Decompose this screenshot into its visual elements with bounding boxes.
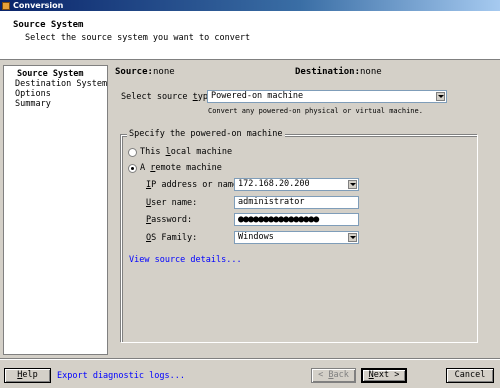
wizard-steps-sidebar: Source System Destination System Options… (3, 65, 108, 355)
back-button[interactable]: < Back (311, 368, 356, 383)
user-name-input[interactable]: administrator (234, 196, 359, 209)
destination-value: none (360, 67, 382, 77)
source-type-select[interactable]: Powered-on machine (207, 90, 447, 103)
view-source-details-link[interactable]: View source details... (129, 255, 242, 265)
ip-address-value: 172.168.20.200 (238, 179, 310, 189)
radio-local-label: This local machine (140, 147, 233, 157)
password-label: Password: (146, 215, 193, 225)
radio-local-machine[interactable] (128, 148, 137, 157)
page-subtitle: Select the source system you want to con… (25, 33, 251, 43)
footer-divider (0, 358, 500, 360)
title-bar: Conversion (0, 0, 500, 11)
user-name-label: User name: (146, 198, 198, 208)
step-summary[interactable]: Summary (15, 99, 51, 109)
app-icon (2, 1, 10, 10)
step-options[interactable]: Options (15, 89, 51, 99)
source-type-description: Convert any powered-on physical or virtu… (208, 107, 423, 115)
export-diagnostic-logs-link[interactable]: Export diagnostic logs... (57, 371, 185, 381)
ip-address-combo[interactable]: 172.168.20.200 (234, 178, 359, 191)
os-family-value: Windows (238, 232, 274, 242)
chevron-down-icon[interactable] (348, 233, 357, 242)
group-title: Specify the powered-on machine (127, 129, 285, 139)
ip-address-label: IP address or name: (146, 180, 244, 190)
source-type-label: Select source type: (121, 92, 218, 102)
next-button[interactable]: Next > (361, 368, 407, 383)
help-button[interactable]: Help (4, 368, 51, 383)
radio-remote-machine[interactable] (128, 164, 137, 173)
chevron-down-icon[interactable] (348, 180, 357, 189)
chevron-down-icon[interactable] (436, 92, 445, 101)
step-source-system[interactable]: Source System (17, 69, 84, 79)
cancel-button[interactable]: Cancel (446, 368, 494, 383)
os-family-select[interactable]: Windows (234, 231, 359, 244)
source-value: none (153, 67, 175, 77)
window-title: Conversion (13, 1, 64, 10)
source-type-value: Powered-on machine (211, 91, 304, 101)
os-family-label: OS Family: (146, 233, 198, 243)
password-input[interactable]: ●●●●●●●●●●●●●●●● (234, 213, 359, 226)
source-label: Source: (115, 67, 153, 77)
wizard-header: Source System Select the source system y… (0, 11, 500, 60)
step-destination-system[interactable]: Destination System (15, 79, 107, 89)
page-title: Source System (13, 20, 84, 30)
radio-remote-label: A remote machine (140, 163, 222, 173)
destination-label: Destination: (295, 67, 361, 77)
